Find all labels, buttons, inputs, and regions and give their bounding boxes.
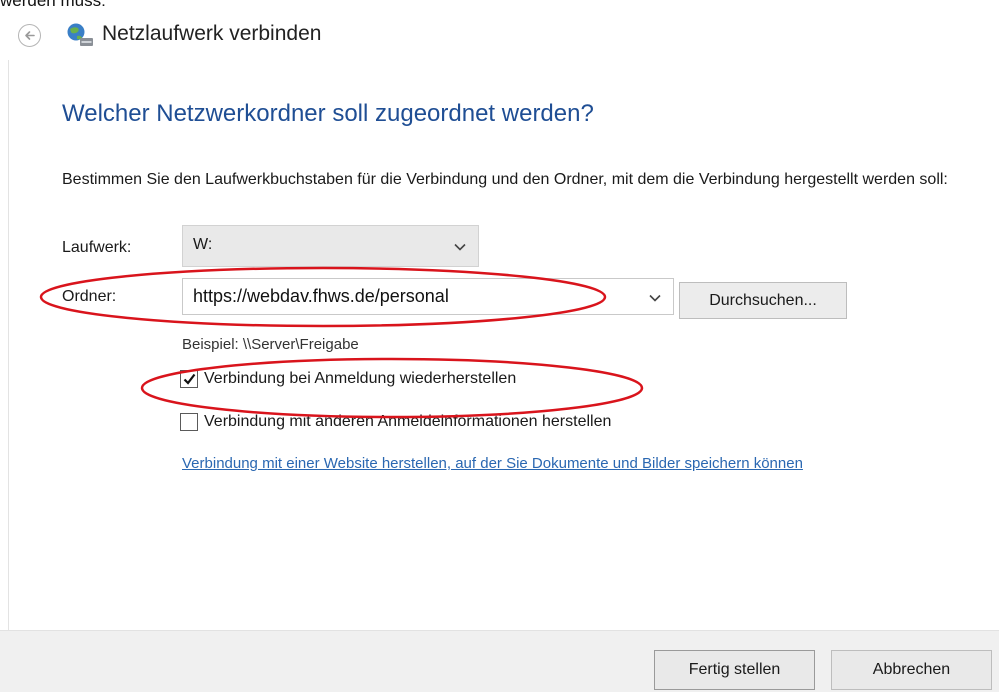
back-button[interactable] <box>18 24 41 47</box>
reconnect-checkbox[interactable] <box>180 370 198 388</box>
connect-website-link[interactable]: Verbindung mit einer Website herstellen,… <box>182 451 942 476</box>
checkmark-icon <box>183 373 195 385</box>
other-credentials-option[interactable]: Verbindung mit anderen Anmeldeinformatio… <box>180 411 611 433</box>
back-arrow-icon <box>25 31 35 40</box>
folder-path-value: https://webdav.fhws.de/personal <box>193 286 449 306</box>
drive-letter-value: W: <box>193 236 213 253</box>
window-title: Netzlaufwerk verbinden <box>102 22 322 45</box>
reconnect-label: Verbindung bei Anmeldung wiederherstelle… <box>204 370 517 387</box>
example-hint: Beispiel: \\Server\Freigabe <box>182 336 359 353</box>
other-credentials-checkbox[interactable] <box>180 413 198 431</box>
title-bar: Netzlaufwerk verbinden <box>8 8 1007 60</box>
network-drive-icon <box>67 23 93 46</box>
cancel-button[interactable]: Abbrechen <box>831 650 992 690</box>
finish-button[interactable]: Fertig stellen <box>654 650 815 690</box>
chevron-down-icon <box>454 243 466 251</box>
drive-label: Laufwerk: <box>62 239 132 256</box>
folder-path-input[interactable]: https://webdav.fhws.de/personal <box>182 278 674 315</box>
chevron-down-icon[interactable] <box>649 294 661 302</box>
instructions-text: Bestimmen Sie den Laufwerkbuchstaben für… <box>62 171 948 188</box>
other-credentials-label: Verbindung mit anderen Anmeldeinformatio… <box>204 413 612 430</box>
browse-button[interactable]: Durchsuchen... <box>679 282 847 319</box>
drive-letter-select[interactable]: W: <box>182 225 479 267</box>
page-heading: Welcher Netzwerkordner soll zugeordnet w… <box>62 100 594 127</box>
dialog-border <box>8 60 9 640</box>
folder-label: Ordner: <box>62 288 117 305</box>
reconnect-at-signin-option[interactable]: Verbindung bei Anmeldung wiederherstelle… <box>180 368 516 390</box>
